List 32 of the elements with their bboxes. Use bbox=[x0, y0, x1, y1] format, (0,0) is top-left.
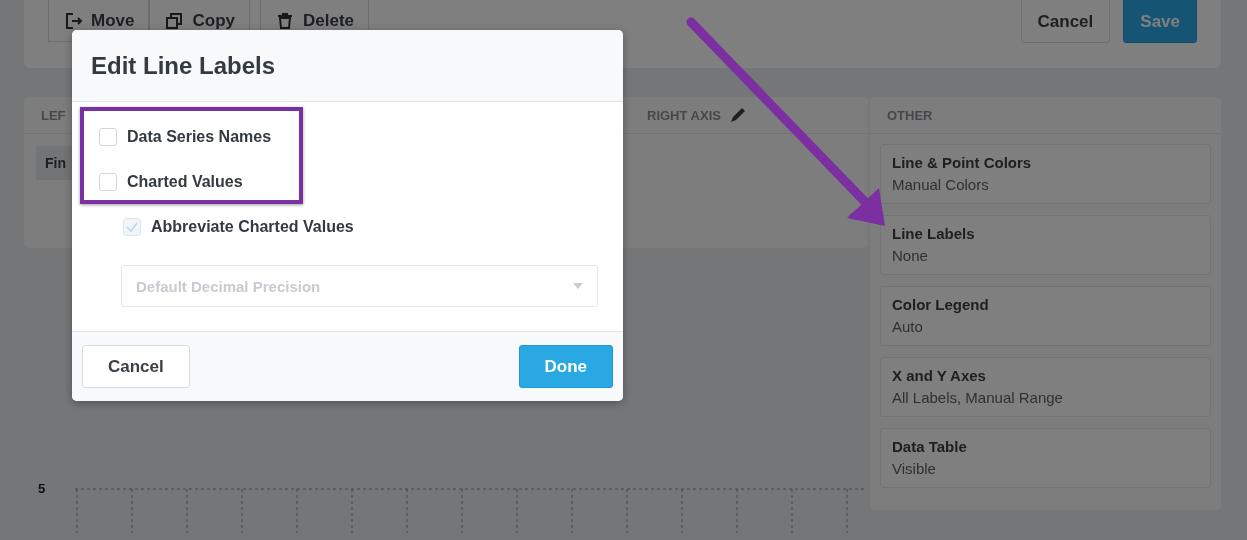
pencil-icon bbox=[728, 106, 747, 124]
setting-card[interactable]: Color Legend Auto bbox=[880, 286, 1211, 346]
panel-heading: RIGHT AXIS bbox=[647, 107, 721, 123]
setting-card[interactable]: X and Y Axes All Labels, Manual Range bbox=[880, 357, 1211, 417]
cancel-button[interactable]: Cancel bbox=[82, 345, 190, 388]
caret-icon bbox=[573, 283, 583, 289]
setting-value: None bbox=[892, 247, 929, 264]
setting-value: Manual Colors bbox=[892, 176, 990, 193]
dialog-title: Edit Line Labels bbox=[91, 51, 276, 80]
setting-value: All Labels, Manual Range bbox=[892, 389, 1064, 406]
checkbox-label: Charted Values bbox=[127, 172, 243, 191]
setting-title: Data Table bbox=[892, 438, 968, 455]
checkbox[interactable] bbox=[99, 127, 117, 146]
panel-heading: OTHER bbox=[870, 97, 1221, 134]
checkbox-label: Abbreviate Charted Values bbox=[151, 217, 354, 236]
setting-title: Line & Point Colors bbox=[892, 154, 1033, 171]
setting-card[interactable]: Line Labels None bbox=[880, 215, 1211, 275]
setting-value: Auto bbox=[892, 318, 924, 335]
move-icon bbox=[63, 11, 83, 31]
setting-value: Visible bbox=[892, 460, 937, 477]
panel-heading: LEF bbox=[41, 107, 67, 123]
axis-label: 5 bbox=[38, 481, 46, 496]
setting-card[interactable]: Line & Point Colors Manual Colors bbox=[880, 144, 1211, 204]
copy-icon bbox=[164, 11, 185, 31]
setting-title: X and Y Axes bbox=[892, 367, 987, 384]
setting-title: Line Labels bbox=[892, 225, 976, 242]
done-button[interactable]: Done bbox=[518, 345, 613, 388]
setting-title: Color Legend bbox=[892, 296, 990, 313]
checkbox-label: Data Series Names bbox=[127, 127, 272, 146]
checkbox[interactable] bbox=[99, 172, 117, 191]
setting-card[interactable]: Data Table Visible bbox=[880, 428, 1211, 488]
cancel-button[interactable]: Cancel bbox=[1020, 0, 1111, 43]
